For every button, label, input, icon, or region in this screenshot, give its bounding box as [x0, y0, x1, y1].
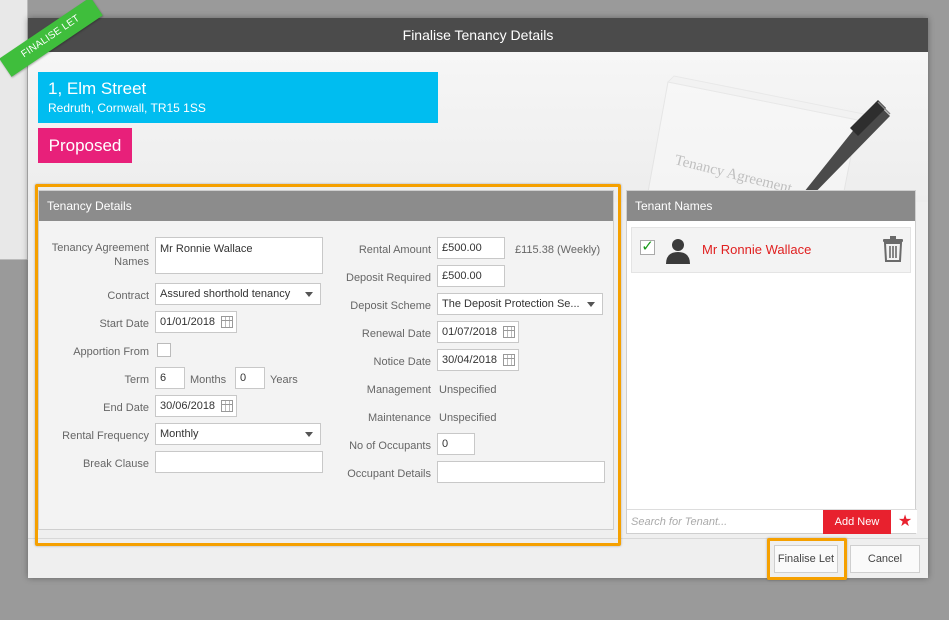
term-label: Term	[124, 374, 149, 386]
rental-amount-label: Rental Amount	[358, 244, 431, 256]
management-label: Management	[366, 384, 431, 396]
tenant-checkbox[interactable]: ✓	[640, 239, 655, 255]
apportion-from-label: Apportion From	[73, 346, 149, 358]
rental-amount-input[interactable]: £500.00	[437, 237, 505, 259]
end-date-input[interactable]: 30/06/2018	[155, 395, 237, 417]
tenant-search-row: Add New ★	[627, 509, 917, 534]
rental-frequency-select[interactable]: Monthly	[155, 423, 321, 445]
start-date-value: 01/01/2018	[160, 316, 216, 328]
maintenance-value: Unspecified	[439, 412, 497, 424]
status-badge: Proposed	[38, 128, 132, 163]
star-icon[interactable]: ★	[895, 512, 915, 532]
tenant-list-item[interactable]: ✓ Mr Ronnie Wallace	[631, 227, 911, 273]
deposit-scheme-value: The Deposit Protection Se...	[442, 298, 580, 310]
finalise-let-ribbon: FINALISE LET	[0, 0, 110, 80]
occupants-input[interactable]: 0	[437, 433, 475, 455]
deposit-scheme-label: Deposit Scheme	[350, 300, 431, 312]
break-clause-label: Break Clause	[82, 458, 149, 470]
deposit-required-label: Deposit Required	[346, 272, 431, 284]
term-months-input[interactable]: 6	[155, 367, 185, 389]
apportion-from-checkbox[interactable]	[157, 343, 171, 357]
occupant-details-label: Occupant Details	[347, 468, 431, 480]
trash-icon[interactable]	[882, 236, 904, 262]
calendar-icon[interactable]	[221, 316, 233, 328]
calendar-icon[interactable]	[503, 354, 515, 366]
end-date-label: End Date	[103, 402, 149, 414]
agreement-names-label: Tenancy Agreement Names	[51, 242, 149, 268]
ribbon-label: FINALISE LET	[0, 0, 103, 77]
tenancy-details-title: Tenancy Details	[39, 191, 613, 221]
renewal-date-input[interactable]: 01/07/2018	[437, 321, 519, 343]
tenancy-details-panel: Tenancy Details Tenancy Agreement Names …	[38, 190, 614, 530]
term-years-label: Years	[270, 374, 298, 386]
add-new-tenant-button[interactable]: Add New	[823, 510, 891, 534]
notice-date-value: 30/04/2018	[442, 354, 498, 366]
rental-weekly-value: £115.38 (Weekly)	[515, 244, 601, 256]
deposit-scheme-select[interactable]: The Deposit Protection Se...	[437, 293, 603, 315]
address-line1: 1, Elm Street	[48, 79, 147, 98]
start-date-input[interactable]: 01/01/2018	[155, 311, 237, 333]
tenant-search-input[interactable]	[629, 513, 819, 531]
cancel-button[interactable]: Cancel	[850, 545, 920, 573]
agreement-names-input[interactable]: Mr Ronnie Wallace	[155, 237, 323, 274]
rental-frequency-label: Rental Frequency	[62, 430, 149, 442]
contract-select[interactable]: Assured shorthold tenancy	[155, 283, 321, 305]
tenant-names-panel: Tenant Names ✓ Mr Ronnie Wallace Add New…	[626, 190, 917, 534]
notice-date-label: Notice Date	[373, 356, 431, 368]
notice-date-input[interactable]: 30/04/2018	[437, 349, 519, 371]
renewal-date-label: Renewal Date	[361, 328, 431, 340]
finalise-let-button[interactable]: Finalise Let	[774, 545, 838, 573]
contract-value: Assured shorthold tenancy	[160, 288, 291, 300]
modal-footer: Finalise Let Cancel	[28, 538, 928, 578]
person-icon	[666, 239, 690, 264]
occupant-details-input[interactable]	[437, 461, 605, 483]
deposit-required-input[interactable]: £500.00	[437, 265, 505, 287]
rental-frequency-value: Monthly	[160, 428, 199, 440]
end-date-value: 30/06/2018	[160, 400, 216, 412]
maintenance-label: Maintenance	[368, 412, 431, 424]
break-clause-input[interactable]	[155, 451, 323, 473]
start-date-label: Start Date	[99, 318, 149, 330]
calendar-icon[interactable]	[221, 400, 233, 412]
tenant-name[interactable]: Mr Ronnie Wallace	[702, 242, 811, 258]
calendar-icon[interactable]	[503, 326, 515, 338]
term-years-input[interactable]: 0	[235, 367, 265, 389]
finalise-tenancy-modal: Finalise Tenancy Details Tenancy Agreeme…	[28, 18, 928, 578]
management-value: Unspecified	[439, 384, 497, 396]
tenant-names-title: Tenant Names	[627, 191, 915, 221]
occupants-label: No of Occupants	[349, 440, 431, 452]
modal-title: Finalise Tenancy Details	[28, 18, 928, 52]
renewal-date-value: 01/07/2018	[442, 326, 498, 338]
term-months-label: Months	[190, 374, 227, 386]
address-line2: Redruth, Cornwall, TR15 1SS	[48, 101, 206, 115]
contract-label: Contract	[107, 290, 149, 302]
